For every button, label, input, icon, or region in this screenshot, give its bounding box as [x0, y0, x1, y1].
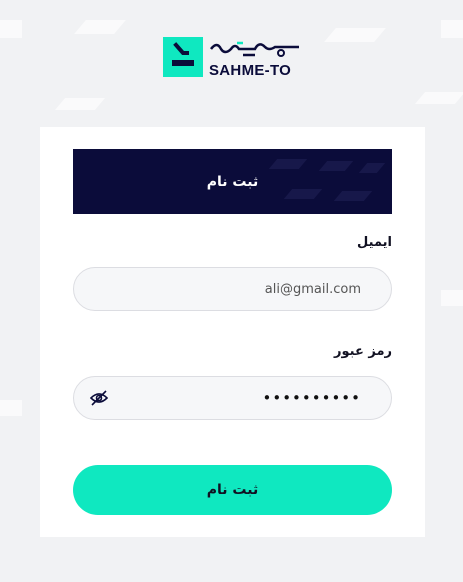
email-label: ایمیل [357, 235, 392, 250]
background-decoration [0, 20, 22, 38]
background-decoration [414, 92, 463, 104]
banner-decoration [318, 161, 354, 171]
eye-off-icon[interactable] [90, 390, 108, 406]
email-field[interactable] [73, 267, 392, 311]
brand-name: SAHME-TO [209, 62, 292, 79]
background-decoration [324, 28, 386, 42]
password-field[interactable] [73, 376, 392, 420]
background-decoration [0, 400, 22, 416]
signup-button[interactable]: ثبت نام [73, 465, 392, 515]
brand-logo: SAHME-TO [163, 37, 301, 79]
background-decoration [441, 20, 463, 38]
background-decoration [74, 20, 126, 34]
banner-decoration [283, 189, 323, 199]
signup-banner: ثبت نام [73, 149, 392, 214]
banner-decoration [268, 159, 308, 169]
password-label: رمز عبور [334, 344, 392, 359]
background-decoration [441, 290, 463, 306]
signup-title: ثبت نام [206, 173, 259, 190]
logo-script-icon [210, 41, 299, 57]
banner-decoration [333, 191, 373, 201]
signup-card: ثبت نام ایمیل رمز عبور ثبت نام [40, 127, 425, 537]
banner-decoration [358, 163, 386, 173]
logo-mark-icon [163, 37, 203, 77]
background-decoration [54, 98, 106, 110]
